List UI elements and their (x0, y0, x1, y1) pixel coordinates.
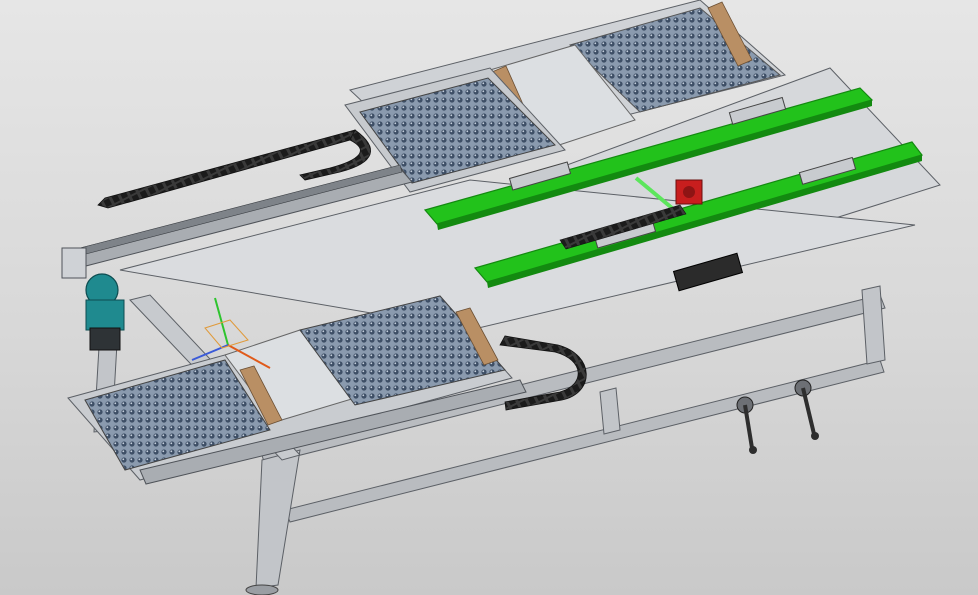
drive-motor-red[interactable] (675, 179, 703, 205)
red-gearbox-hub[interactable] (683, 186, 695, 198)
cad-3d-viewport[interactable] (0, 0, 978, 595)
motor-encoder[interactable] (89, 327, 121, 351)
crank-handle-left[interactable] (736, 396, 757, 454)
leveling-foot-left[interactable] (245, 584, 279, 595)
triad-plane-outline (204, 319, 249, 349)
motor-body[interactable] (85, 299, 125, 331)
crank-knob-right[interactable] (811, 432, 819, 440)
frame-leg-middle[interactable] (599, 387, 621, 435)
rail-end-block[interactable] (61, 247, 87, 279)
crank-arm-right[interactable] (801, 387, 816, 435)
conveyor-assembly-model[interactable] (0, 0, 978, 595)
teal-servo-motor[interactable] (85, 273, 125, 351)
crank-knob-left[interactable] (749, 446, 757, 454)
